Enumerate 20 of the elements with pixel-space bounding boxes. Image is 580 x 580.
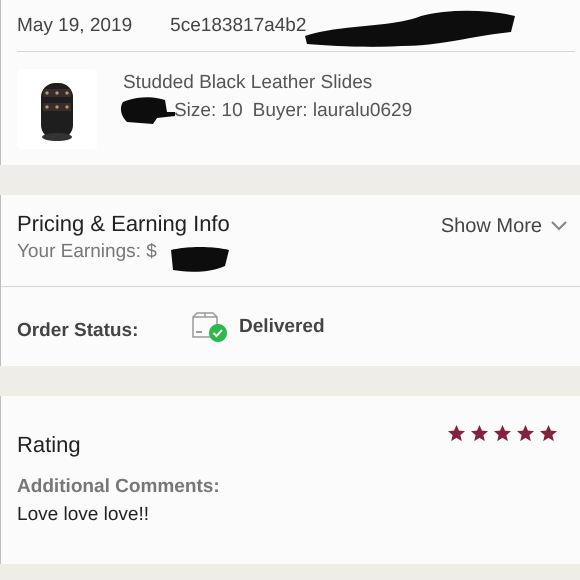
star-icon: [539, 424, 558, 443]
status-value: Delivered: [239, 316, 325, 338]
chevron-down-icon: [550, 220, 568, 232]
section-title: Pricing & Earning Info: [17, 211, 230, 237]
order-date: May 19, 2019: [17, 14, 132, 36]
delivered-box-icon: [191, 310, 229, 342]
star-icon: [470, 424, 489, 443]
earnings-label: Your Earnings: $: [17, 241, 157, 263]
rating-title: Rating: [17, 432, 81, 458]
star-icon: [493, 424, 512, 443]
comments-label: Additional Comments:: [17, 476, 221, 498]
show-more-button[interactable]: Show More: [440, 211, 568, 241]
item-title: Studded Black Leather Slides: [123, 71, 374, 94]
star-icon: [516, 424, 535, 443]
comment-text: Love love love!!: [17, 504, 150, 526]
status-label: Order Status:: [17, 320, 140, 342]
item-size: Size: 10: [174, 100, 243, 122]
buyer-name: Buyer: lauralu0629: [252, 100, 412, 122]
star-icon: [447, 424, 466, 443]
order-id: 5ce183817a4b2: [170, 14, 306, 36]
